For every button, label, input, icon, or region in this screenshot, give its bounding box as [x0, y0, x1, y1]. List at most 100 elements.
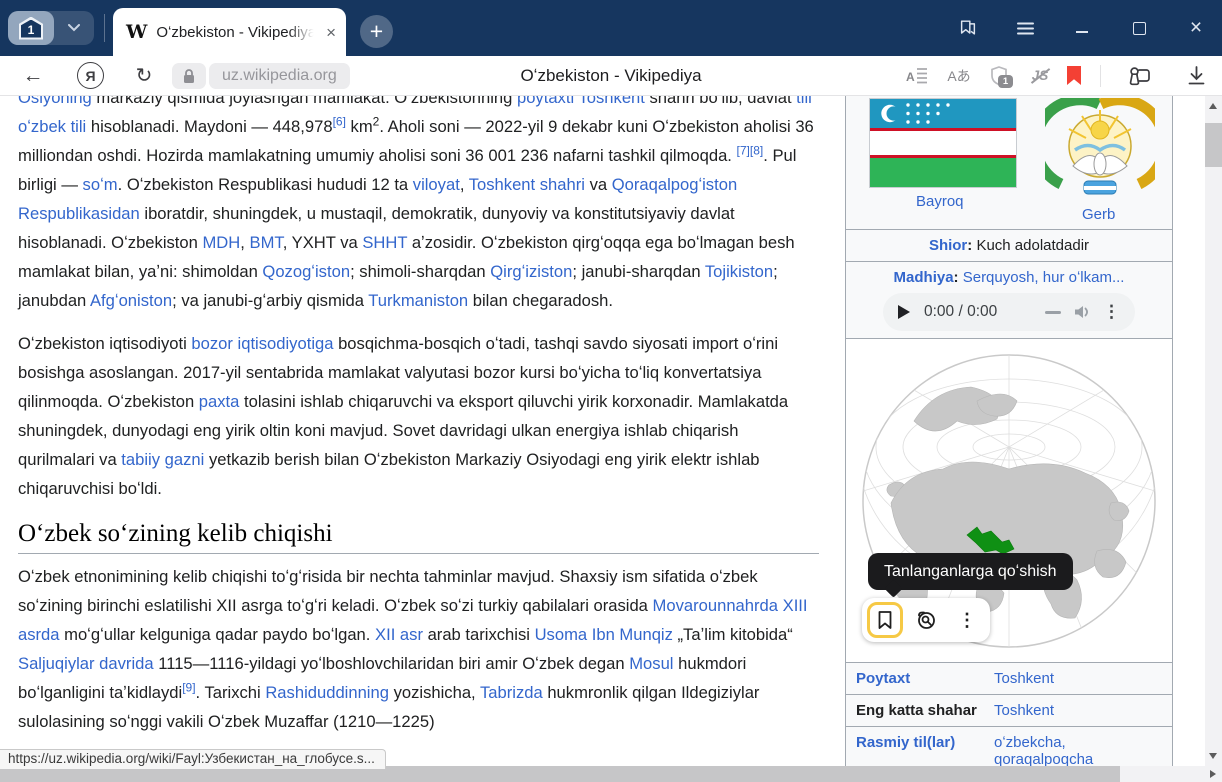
back-button[interactable]: ← — [20, 56, 46, 95]
scroll-down-arrow[interactable] — [1209, 753, 1217, 759]
uzbekistan-flag-image[interactable] — [870, 99, 1016, 187]
toolbar: ← Я ↻ uz.wikipedia.org Oʻzbekiston - Vik… — [0, 56, 1222, 96]
site-security-button[interactable] — [172, 63, 206, 89]
wiki-link[interactable]: poytaxti Toshkent — [517, 96, 645, 107]
bookmark-icon — [877, 610, 893, 630]
add-to-collections-button[interactable] — [867, 602, 903, 638]
wiki-link[interactable]: Saljuqiylar davrida — [18, 654, 154, 673]
seek-bar[interactable] — [1045, 311, 1061, 314]
wiki-link[interactable]: [6] — [333, 114, 346, 128]
tab-close-icon[interactable]: × — [326, 24, 336, 41]
volume-icon[interactable] — [1073, 304, 1091, 320]
wiki-link[interactable]: Usoma Ibn Munqiz — [535, 625, 673, 644]
fact-label-link[interactable]: Poytaxt — [846, 670, 994, 687]
minimize-button[interactable] — [1072, 18, 1092, 38]
wiki-link[interactable]: Turkmaniston — [368, 291, 468, 310]
wiki-link[interactable]: MDH — [202, 233, 240, 252]
emblem-caption-link[interactable]: Gerb — [1082, 206, 1115, 223]
tab-counter-button[interactable]: 1 — [8, 11, 94, 45]
kebab-icon: ⋮ — [958, 610, 976, 631]
audio-player[interactable]: 0:00 / 0:00 ⋮ — [883, 293, 1135, 331]
yandex-button[interactable]: Я — [77, 62, 104, 89]
side-panel-icon[interactable] — [958, 18, 978, 38]
reader-mode-icon[interactable]: A — [903, 56, 931, 95]
wiki-link[interactable]: Tabrizda — [480, 683, 543, 702]
motto-row: Shior: Kuch adolatdadir — [846, 229, 1172, 261]
fact-value-link[interactable]: Toshkent — [994, 670, 1172, 687]
wiki-link[interactable]: tabiiy gazni — [121, 450, 204, 469]
anthem-row: Madhiya: Serquyosh, hur oʻlkam... 0:00 /… — [846, 261, 1172, 338]
wiki-link[interactable]: tili oʻzbek tili — [18, 96, 812, 136]
scroll-up-arrow[interactable] — [1209, 103, 1217, 109]
svg-text:A: A — [906, 70, 915, 84]
close-button[interactable]: × — [1186, 18, 1206, 38]
add-to-collections-tooltip: Tanlanganlarga qoʻshish — [868, 553, 1073, 590]
maximize-button[interactable] — [1129, 18, 1149, 38]
reload-button[interactable]: ↻ — [131, 56, 157, 95]
address-bar[interactable]: uz.wikipedia.org — [209, 63, 350, 89]
scroll-right-arrow[interactable] — [1210, 770, 1216, 778]
wiki-link[interactable]: viloyat — [413, 175, 460, 194]
protect-shield-icon[interactable]: 1 — [984, 56, 1014, 95]
motto-label-link[interactable]: Shior — [929, 237, 967, 254]
anthem-title-link[interactable]: Serquyosh, hur oʻlkam... — [963, 269, 1125, 286]
wiki-link[interactable]: [9] — [182, 680, 195, 694]
wiki-link[interactable]: Mosul — [629, 654, 673, 673]
wiki-link[interactable]: Qozogʻiston — [262, 262, 350, 281]
vertical-scroll-thumb[interactable] — [1205, 123, 1222, 167]
motto-value: Kuch adolatdadir — [976, 237, 1089, 254]
downloads-icon[interactable] — [1182, 56, 1210, 95]
fact-label-link[interactable]: Rasmiy til(lar) — [846, 734, 994, 766]
wiki-link[interactable]: soʻm — [83, 175, 118, 194]
wiki-link[interactable]: Qirgʻiziston — [490, 262, 572, 281]
article-body: Osiyoning markaziy qismida joylashgan ma… — [18, 96, 819, 750]
country-infobox: Bayroq Gerb Shior: — [845, 96, 1173, 766]
wiki-link[interactable]: Rashiduddinning — [265, 683, 389, 702]
article-paragraph-2: Oʻzbekiston iqtisodiyoti bozor iqtisodiy… — [18, 329, 819, 503]
image-action-bar: ⋮ — [862, 598, 990, 642]
page-content: Osiyoning markaziy qismida joylashgan ma… — [0, 96, 1205, 766]
wiki-link[interactable]: Osiyoning — [18, 96, 92, 107]
wiki-link[interactable]: Toshkent shahri — [469, 175, 585, 194]
bookmark-added-icon[interactable] — [1062, 56, 1086, 95]
more-actions-button[interactable]: ⋮ — [949, 602, 985, 638]
chevron-down-icon[interactable] — [54, 24, 94, 32]
wiki-link[interactable]: paxta — [199, 392, 240, 411]
visual-search-button[interactable] — [908, 602, 944, 638]
article-paragraph-3: Oʻzbek etnonimining kelib chiqishi toʻgʻ… — [18, 562, 819, 736]
section-heading: Oʻzbek soʻzining kelib chiqishi — [18, 519, 819, 554]
wiki-link[interactable]: bozor iqtisodiyotiga — [191, 334, 333, 353]
wiki-link[interactable]: SHHT — [362, 233, 407, 252]
fact-label: Eng katta shahar — [846, 702, 994, 719]
blocked-count-badge: 1 — [998, 75, 1013, 88]
fact-row-largest-city: Eng katta shahar Toshkent — [846, 694, 1172, 726]
tab-count: 1 — [21, 20, 41, 38]
active-tab[interactable]: W Oʻzbekiston - Vikipediya × — [113, 8, 346, 56]
page-title: Oʻzbekiston - Vikipediya — [520, 56, 701, 95]
wiki-link[interactable]: Tojikiston — [705, 262, 773, 281]
menu-icon[interactable] — [1015, 18, 1035, 38]
flag-caption-link[interactable]: Bayroq — [916, 193, 964, 210]
new-tab-button[interactable]: + — [360, 15, 393, 48]
audio-time: 0:00 / 0:00 — [924, 303, 1033, 321]
infobox-images-row: Bayroq Gerb — [846, 96, 1172, 229]
translate-icon[interactable]: Aあ — [944, 56, 974, 95]
fact-row-capital: Poytaxt Toshkent — [846, 662, 1172, 694]
javascript-off-icon[interactable]: JS — [1026, 56, 1054, 95]
fact-value-link[interactable]: oʻzbekcha, qoraqalpoqcha — [994, 734, 1172, 766]
audio-menu-icon[interactable]: ⋮ — [1103, 302, 1120, 322]
collections-icon[interactable] — [1122, 56, 1156, 95]
wiki-link[interactable]: Movarounnahrda — [653, 596, 778, 615]
wikipedia-favicon: W — [126, 21, 147, 43]
play-icon[interactable] — [898, 305, 910, 319]
wiki-link[interactable]: Qoraqalpogʻiston Respublikasidan — [18, 175, 737, 223]
vertical-scrollbar[interactable] — [1205, 96, 1222, 766]
anthem-label-link[interactable]: Madhiya — [894, 269, 954, 286]
wiki-link[interactable]: Afgʻoniston — [90, 291, 172, 310]
uzbekistan-emblem-image[interactable] — [1045, 98, 1155, 202]
fact-value-link[interactable]: Toshkent — [994, 702, 1172, 719]
wiki-link[interactable]: BMT — [250, 233, 283, 252]
wiki-link[interactable]: XII asr — [375, 625, 423, 644]
tabstrip-divider — [104, 14, 105, 42]
wiki-link[interactable]: [7][8] — [737, 143, 764, 157]
